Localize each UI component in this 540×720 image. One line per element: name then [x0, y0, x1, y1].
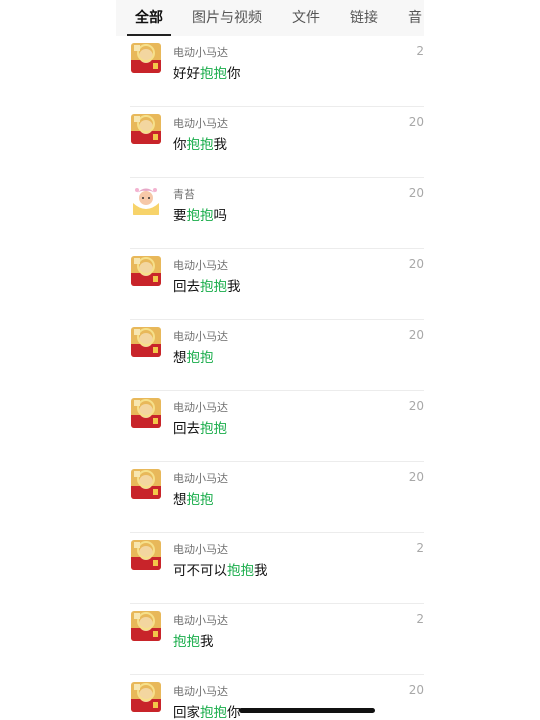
message-result-row[interactable]: 电动小马达 2 可不可以抱抱我	[116, 533, 424, 604]
message-text-before: 好好	[173, 66, 200, 82]
tab-all[interactable]: 全部	[127, 0, 171, 36]
red-sun-avatar[interactable]	[131, 611, 161, 641]
message-text-after: 吗	[213, 208, 228, 224]
red-sun-avatar[interactable]	[131, 114, 161, 144]
sender-name: 电动小马达	[173, 614, 228, 627]
sender-name: 电动小马达	[173, 685, 228, 698]
message-date: 2	[416, 541, 424, 555]
red-sun-avatar[interactable]	[131, 327, 161, 357]
message-text: 抱抱我	[173, 630, 214, 650]
search-results-screen: 全部 图片与视频 文件 链接 音 电动小马达 2 好好抱抱你 电动小马达 20 你抱抱我青…	[116, 0, 424, 720]
message-text-after: 你	[227, 66, 241, 82]
sender-name: 青苔	[173, 188, 195, 201]
keyword-highlight: 抱抱	[186, 208, 214, 224]
tab-links[interactable]: 链接	[350, 0, 378, 36]
message-date: 20	[408, 328, 424, 342]
message-result-list: 电动小马达 2 好好抱抱你 电动小马达 20 你抱抱我 青苔 20 要抱抱吗 电动小马达 20 回去抱…	[116, 36, 424, 720]
message-text-before: 可不可以	[173, 563, 227, 579]
red-sun-avatar[interactable]	[131, 256, 161, 286]
message-text: 想抱抱	[173, 346, 214, 366]
sender-name: 电动小马达	[173, 117, 228, 130]
message-text-after: 我	[254, 563, 268, 579]
message-result-row[interactable]: 电动小马达 20 想抱抱	[116, 462, 424, 533]
message-date: 20	[408, 470, 424, 484]
message-date: 20	[408, 186, 424, 200]
red-sun-avatar[interactable]	[131, 469, 161, 499]
message-date: 20	[408, 115, 424, 129]
keyword-highlight: 抱抱	[173, 634, 200, 650]
sender-name: 电动小马达	[173, 259, 228, 272]
message-text: 回家抱抱你	[173, 701, 241, 720]
keyword-highlight: 抱抱	[186, 137, 214, 153]
message-text: 想抱抱	[173, 488, 214, 508]
tab-files[interactable]: 文件	[292, 0, 320, 36]
message-text-before: 回家	[173, 705, 200, 720]
sender-name: 电动小马达	[173, 401, 228, 414]
red-sun-avatar[interactable]	[131, 398, 161, 428]
sender-name: 电动小马达	[173, 330, 228, 343]
cartoon-avatar[interactable]	[131, 185, 161, 215]
message-text-before: 回去	[173, 421, 200, 437]
message-date: 2	[416, 612, 424, 626]
red-sun-avatar[interactable]	[131, 43, 161, 73]
red-sun-avatar[interactable]	[131, 540, 161, 570]
message-text: 要抱抱吗	[173, 204, 227, 224]
message-text-after: 我	[200, 634, 214, 650]
message-text: 你抱抱我	[173, 133, 227, 153]
message-text-after: 我	[227, 279, 241, 295]
message-text-before: 想	[173, 350, 187, 366]
message-text: 回去抱抱	[173, 417, 227, 437]
home-indicator[interactable]	[239, 708, 375, 713]
keyword-highlight: 抱抱	[200, 66, 227, 82]
message-text-before: 要	[173, 208, 187, 224]
message-result-row[interactable]: 青苔 20 要抱抱吗	[116, 178, 424, 249]
message-text-after: 我	[213, 137, 228, 153]
message-date: 2	[416, 44, 424, 58]
message-date: 20	[408, 683, 424, 697]
keyword-highlight: 抱抱	[227, 563, 254, 579]
tab-audio[interactable]: 音	[408, 0, 422, 36]
message-text: 可不可以抱抱我	[173, 559, 268, 579]
message-text-before: 想	[173, 492, 187, 508]
keyword-highlight: 抱抱	[200, 421, 227, 437]
keyword-highlight: 抱抱	[186, 350, 214, 366]
keyword-highlight: 抱抱	[200, 705, 227, 720]
keyword-highlight: 抱抱	[200, 279, 227, 295]
message-result-row[interactable]: 电动小马达 2 好好抱抱你	[116, 36, 424, 107]
message-result-row[interactable]: 电动小马达 20 回去抱抱	[116, 391, 424, 462]
keyword-highlight: 抱抱	[186, 492, 214, 508]
sender-name: 电动小马达	[173, 472, 228, 485]
message-text: 好好抱抱你	[173, 62, 241, 82]
message-date: 20	[408, 399, 424, 413]
message-result-row[interactable]: 电动小马达 2 抱抱我	[116, 604, 424, 675]
filter-tab-bar: 全部 图片与视频 文件 链接 音	[116, 0, 424, 36]
message-result-row[interactable]: 电动小马达 20 回去抱抱我	[116, 249, 424, 320]
tab-photos-videos[interactable]: 图片与视频	[192, 0, 262, 36]
message-text: 回去抱抱我	[173, 275, 241, 295]
message-text-before: 回去	[173, 279, 200, 295]
sender-name: 电动小马达	[173, 46, 228, 59]
message-result-row[interactable]: 电动小马达 20 回家抱抱你	[116, 675, 424, 720]
message-result-row[interactable]: 电动小马达 20 你抱抱我	[116, 107, 424, 178]
message-text-before: 你	[173, 137, 187, 153]
message-result-row[interactable]: 电动小马达 20 想抱抱	[116, 320, 424, 391]
sender-name: 电动小马达	[173, 543, 228, 556]
message-text-after: 你	[227, 705, 241, 720]
red-sun-avatar[interactable]	[131, 682, 161, 712]
message-date: 20	[408, 257, 424, 271]
